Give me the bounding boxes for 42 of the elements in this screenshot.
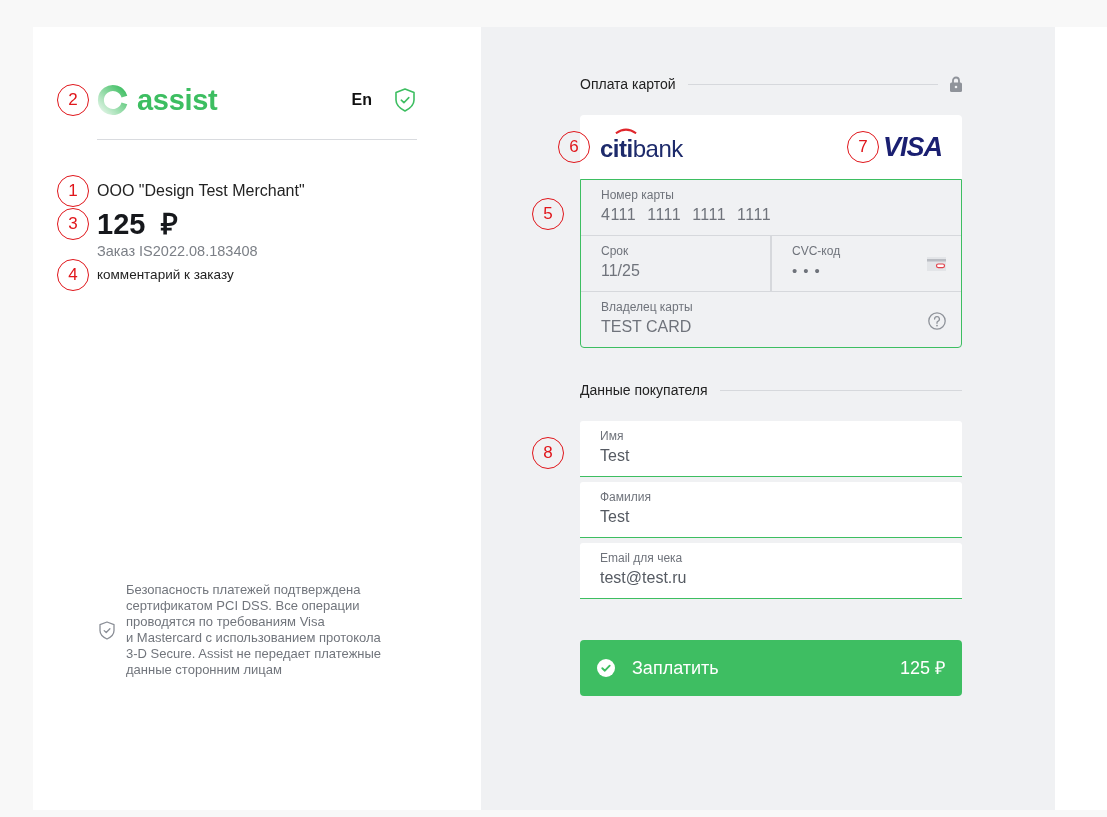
section-title: Оплата картой bbox=[580, 75, 676, 93]
field-value: ••• bbox=[792, 261, 827, 281]
pay-button[interactable]: Заплатить 125 ₽ bbox=[580, 640, 962, 696]
input-field[interactable]: Имя Test bbox=[580, 421, 962, 477]
card-cvc-icon bbox=[927, 257, 946, 271]
field-value: Test bbox=[600, 507, 630, 527]
price-label: 125 ₽ bbox=[899, 657, 945, 679]
check-circle-icon bbox=[597, 659, 615, 677]
order-number: Заказ IS2022.08.183408 bbox=[97, 242, 258, 260]
field-value: TEST CARD bbox=[601, 317, 693, 337]
help-icon[interactable] bbox=[928, 312, 946, 330]
input-field[interactable]: Срок 11/25 bbox=[581, 236, 770, 291]
field-label: Срок bbox=[601, 244, 630, 258]
field-label: Номер карты bbox=[601, 188, 675, 202]
ring-icon bbox=[97, 84, 129, 116]
bank-logo: citibank bbox=[600, 134, 683, 162]
field-value: Test bbox=[600, 446, 630, 466]
input-field[interactable]: Номер карты 4111 1111 1111 1111 bbox=[581, 180, 961, 235]
input-field[interactable]: Email для чека test@test.ru bbox=[580, 543, 962, 599]
order-comment: комментарий к заказу bbox=[97, 266, 234, 284]
merchant-name: ООО "Design Test Merchant" bbox=[97, 181, 305, 201]
input-field[interactable]: Фамилия Test bbox=[580, 482, 962, 538]
shield-check-icon bbox=[99, 620, 115, 640]
field-value: test@test.ru bbox=[600, 568, 687, 588]
brand-name: assist bbox=[137, 84, 218, 116]
field-label: CVC-код bbox=[792, 244, 841, 258]
input-field[interactable]: Владелец карты TEST CARD bbox=[581, 292, 961, 347]
field-label: Фамилия bbox=[600, 490, 651, 504]
field-label: Email для чека bbox=[600, 551, 683, 565]
shield-check-icon bbox=[395, 88, 415, 112]
order-amount: 125 ₽ bbox=[97, 208, 179, 240]
language-button[interactable]: En bbox=[351, 90, 372, 110]
card-network-logo: VISA bbox=[882, 132, 942, 162]
field-label: Имя bbox=[600, 429, 624, 443]
section-title: Данные покупателя bbox=[580, 381, 708, 399]
arc-icon bbox=[615, 128, 637, 134]
security-note: Безопасность платежей подтверждена сертификатом PCI DSS. Все операции проводятся по требованиям Visa и Mastercard с использованием протокола 3-D Secure. Assist не передает платежные данные сторонним лицам bbox=[126, 582, 382, 678]
field-value: 4111 1111 1111 1111 bbox=[601, 205, 772, 225]
input-field[interactable]: CVC-код ••• bbox=[770, 236, 961, 291]
field-value: 11/25 bbox=[601, 261, 640, 281]
lock-icon bbox=[950, 76, 962, 92]
field-label: Владелец карты bbox=[601, 300, 693, 314]
